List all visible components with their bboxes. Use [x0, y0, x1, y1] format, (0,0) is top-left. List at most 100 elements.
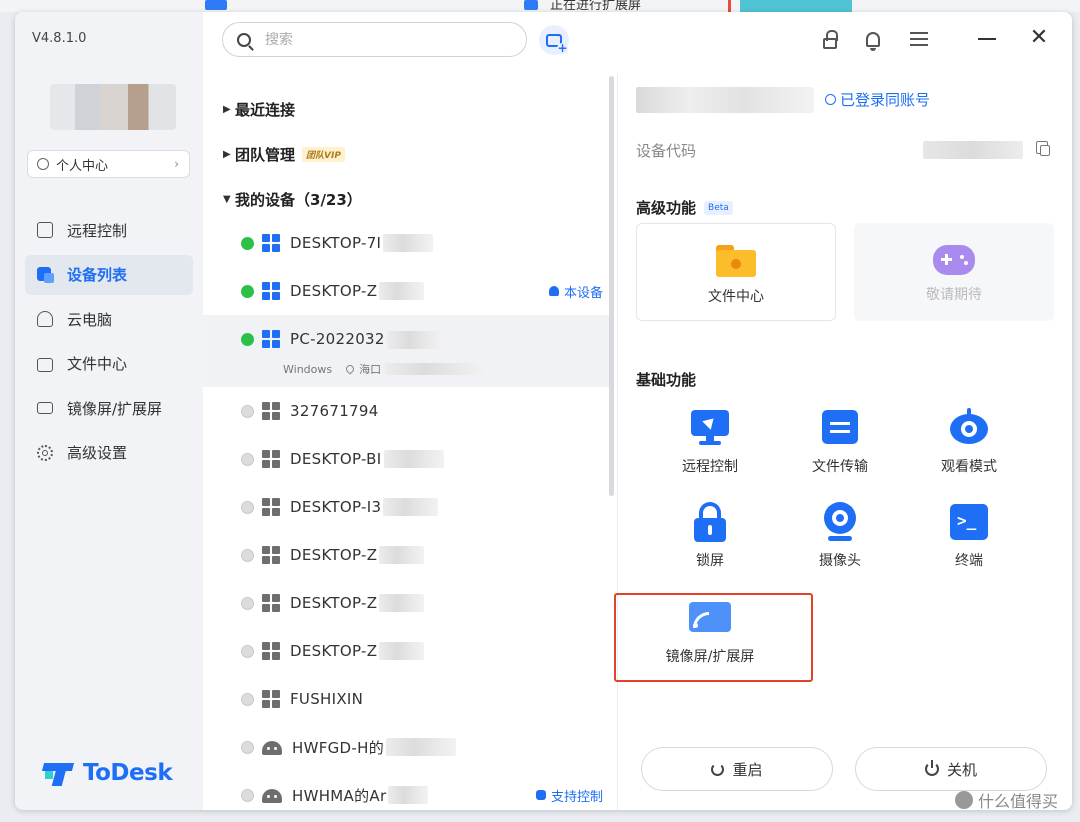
add-device-button[interactable]: [539, 25, 569, 55]
logged-in-same-account-link[interactable]: 已登录同账号: [825, 89, 930, 110]
power-icon: [924, 760, 939, 776]
offline-status-dot: [241, 548, 254, 562]
card-label: 敬请期待: [926, 287, 982, 303]
sidebar: V4.8.1.0 个人中心 › 远程控制 设备列表 云电脑 文件中心 镜像屏/扩…: [15, 12, 203, 810]
monitor-icon: [35, 220, 55, 240]
feature-label: 锁屏: [696, 553, 724, 569]
device-code-label: 设备代码: [636, 142, 697, 160]
avatar[interactable]: [50, 84, 176, 130]
device-row-selected[interactable]: PC-2022032 Windows 海口: [203, 315, 613, 387]
device-row[interactable]: DESKTOP-Z: [203, 579, 613, 627]
user-icon: [37, 158, 49, 170]
device-row[interactable]: DESKTOP-BI: [203, 435, 613, 483]
sidebar-item-remote-control[interactable]: 远程控制: [25, 210, 193, 250]
device-row[interactable]: DESKTOP-I3: [203, 483, 613, 531]
lock-screen-button[interactable]: 锁屏: [650, 502, 770, 582]
remote-control-button[interactable]: 远程控制: [650, 408, 770, 488]
sidebar-item-cloud-pc[interactable]: 云电脑: [25, 299, 193, 339]
redacted-text: [388, 786, 429, 804]
sidebar-item-file-center[interactable]: 文件中心: [25, 344, 193, 384]
terminal-icon: >_: [948, 502, 990, 542]
lock-button[interactable]: [818, 27, 842, 51]
offline-status-dot: [241, 500, 254, 514]
device-name: 327671794: [290, 402, 379, 420]
logged-in-label: 已登录同账号: [840, 91, 931, 109]
redacted-text: [379, 546, 425, 564]
todesk-window: V4.8.1.0 个人中心 › 远程控制 设备列表 云电脑 文件中心 镜像屏/扩…: [15, 12, 1072, 810]
camera-button[interactable]: 摄像头: [780, 502, 900, 582]
shutdown-button[interactable]: 关机: [855, 747, 1047, 791]
this-device-tag: 本设备: [548, 282, 603, 301]
notification-button[interactable]: [861, 27, 885, 51]
sidebar-item-label: 高级设置: [67, 444, 128, 463]
minimize-button[interactable]: [975, 27, 999, 51]
device-detail-panel: 已登录同账号 设备代码 高级功能 Beta 文件中心 敬请期待 基础功能 远程控…: [614, 74, 1072, 810]
device-row[interactable]: 327671794: [203, 387, 613, 435]
redacted-text: [383, 450, 444, 468]
menu-button[interactable]: [907, 27, 931, 51]
device-name: DESKTOP-Z: [290, 546, 378, 564]
copy-icon[interactable]: [1036, 141, 1050, 156]
redacted-text: [379, 282, 425, 300]
group-label: 我的设备（3/23）: [235, 190, 362, 209]
sidebar-item-device-list[interactable]: 设备列表: [25, 254, 193, 295]
folder-icon: [35, 354, 55, 374]
offline-status-dot: [241, 692, 254, 706]
sidebar-item-mirror-extend[interactable]: 镜像屏/扩展屏: [25, 388, 193, 428]
device-row[interactable]: HWFGD-H的: [203, 723, 613, 771]
android-icon: [262, 789, 282, 803]
close-button[interactable]: ✕: [1027, 25, 1051, 50]
device-row[interactable]: DESKTOP-Z: [203, 531, 613, 579]
device-name: PC-2022032: [290, 330, 385, 348]
offline-status-dot: [241, 596, 254, 610]
search-input[interactable]: [263, 30, 497, 49]
group-my-devices[interactable]: ▼ 我的设备（3/23）: [203, 184, 603, 214]
online-status-dot: [241, 284, 254, 298]
offline-status-dot: [241, 788, 254, 802]
file-transfer-button[interactable]: 文件传输: [780, 408, 900, 488]
watch-mode-button[interactable]: 观看模式: [909, 408, 1029, 488]
bell-icon: [866, 31, 880, 51]
windows-icon: [262, 234, 280, 252]
device-name: DESKTOP-7I: [290, 234, 382, 252]
add-device-icon: [546, 33, 568, 54]
watermark-logo-icon: [955, 791, 973, 809]
group-label: 团队管理: [235, 145, 296, 164]
caret-right-icon: ▶: [223, 103, 231, 115]
sidebar-item-label: 文件中心: [67, 355, 128, 374]
terminal-button[interactable]: >_ 终端: [909, 502, 1029, 582]
lock-icon: [689, 502, 731, 542]
sidebar-item-advanced-settings[interactable]: 高级设置: [25, 433, 193, 473]
device-name: HWFGD-H的: [292, 738, 385, 757]
location-pin-icon: [344, 363, 356, 375]
device-row[interactable]: FUSHIXIN: [203, 675, 613, 723]
group-team-management[interactable]: ▶ 团队管理 团队VIP: [203, 139, 603, 169]
background-window: 正在进行扩展屏: [0, 0, 1080, 13]
profile-center-button[interactable]: 个人中心 ›: [27, 150, 190, 178]
menu-icon: [910, 32, 928, 46]
device-name: HWHMA的Ar: [292, 786, 387, 805]
search-box[interactable]: [222, 22, 527, 57]
device-os-label: Windows: [283, 362, 333, 376]
device-name: DESKTOP-Z: [290, 594, 378, 612]
device-row[interactable]: DESKTOP-Z: [203, 627, 613, 675]
redacted-text: [386, 331, 442, 349]
sidebar-item-label: 云电脑: [67, 310, 113, 329]
camera-icon: [819, 502, 861, 542]
offline-status-dot: [241, 740, 254, 754]
group-recent-connections[interactable]: ▶ 最近连接: [203, 94, 603, 124]
device-list-scrollbar[interactable]: [609, 76, 614, 496]
device-row[interactable]: DESKTOP-Z 本设备: [203, 267, 613, 315]
device-name: FUSHIXIN: [290, 690, 364, 708]
file-transfer-icon: [819, 408, 861, 448]
minimize-icon: [978, 38, 996, 40]
sidebar-item-label: 设备列表: [67, 266, 128, 285]
gamepad-icon: [933, 245, 975, 275]
caret-right-icon: ▶: [223, 148, 231, 160]
file-center-card[interactable]: 文件中心: [636, 223, 836, 321]
device-sub-info: Windows 海口: [283, 361, 486, 377]
restart-button[interactable]: 重启: [641, 747, 833, 791]
device-row[interactable]: DESKTOP-7I: [203, 219, 613, 267]
background-button: [740, 0, 852, 12]
device-row[interactable]: HWHMA的Ar 支持控制: [203, 771, 613, 810]
